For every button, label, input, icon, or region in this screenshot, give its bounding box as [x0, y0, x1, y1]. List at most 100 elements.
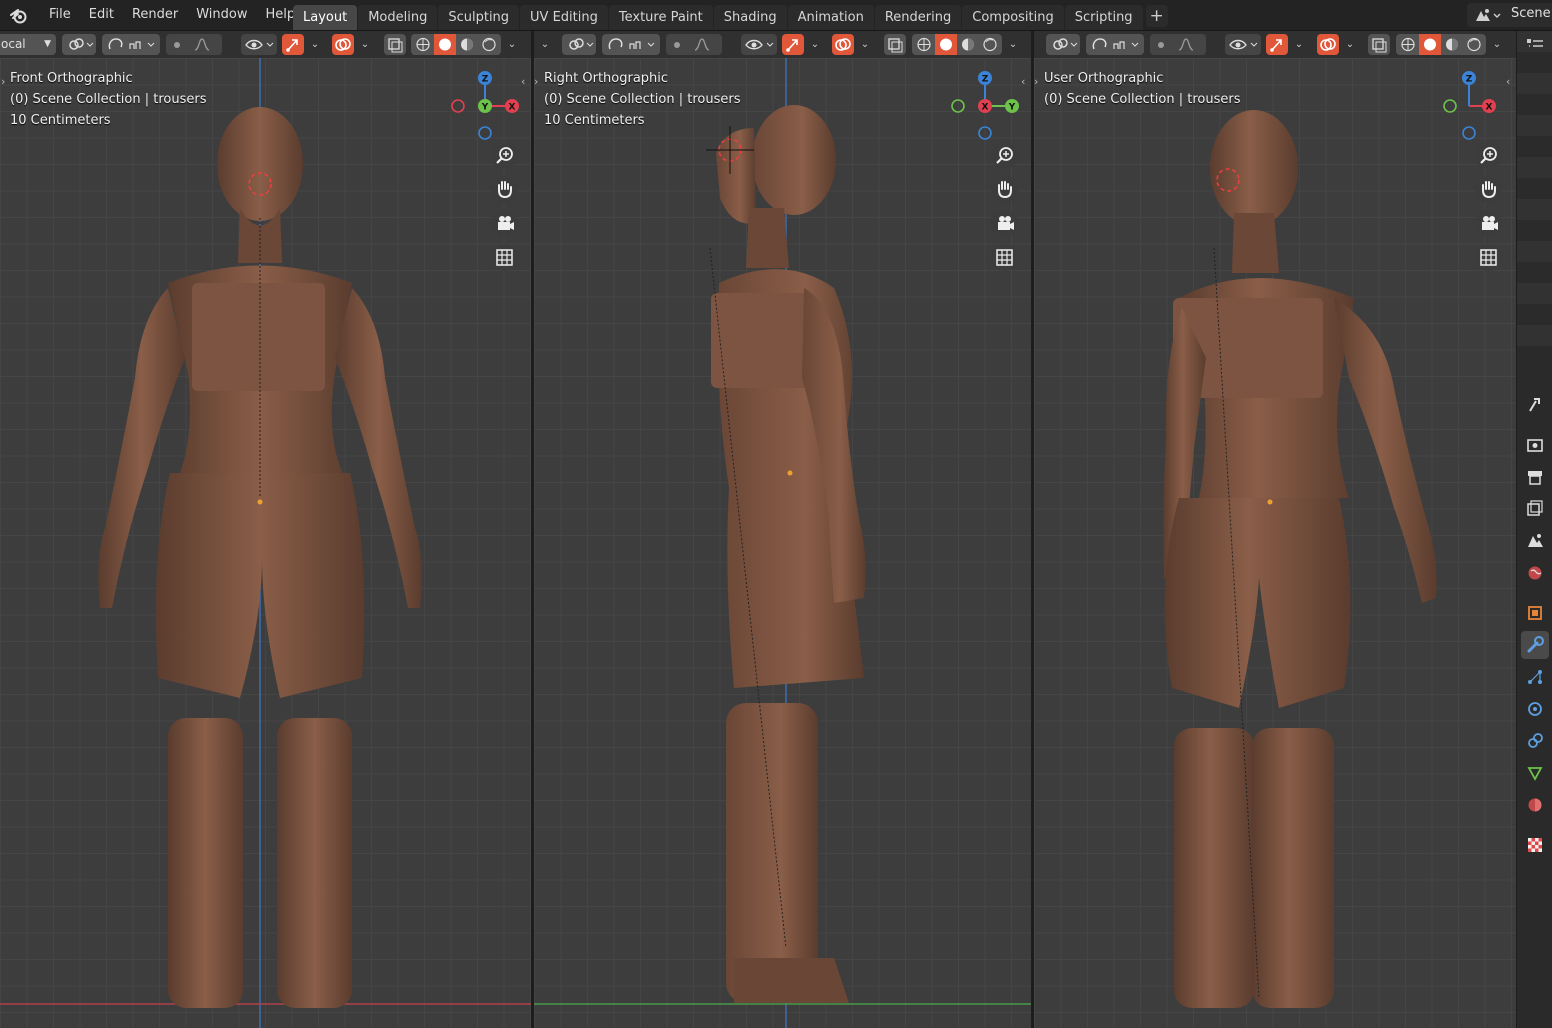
camera-view-button[interactable]: [491, 210, 518, 237]
tab-uv-editing[interactable]: UV Editing: [520, 5, 608, 30]
tab-view-layer[interactable]: [1521, 495, 1549, 523]
camera-view-button[interactable]: [991, 210, 1018, 237]
zoom-button[interactable]: [1475, 142, 1502, 169]
perspective-toggle-button[interactable]: [491, 244, 518, 271]
menu-edit[interactable]: Edit: [80, 0, 123, 31]
outliner-icon[interactable]: [1517, 31, 1552, 58]
tab-material[interactable]: [1521, 791, 1549, 819]
blender-logo-icon[interactable]: [9, 6, 29, 26]
chevron-left-icon[interactable]: ‹: [1506, 75, 1510, 88]
overlays-icon: [835, 38, 851, 51]
proportional-editing-button[interactable]: [666, 34, 722, 55]
zoom-button[interactable]: [991, 142, 1018, 169]
visibility-button[interactable]: [741, 34, 777, 55]
menu-render[interactable]: Render: [123, 0, 187, 31]
tab-output[interactable]: [1521, 463, 1549, 491]
zoom-button[interactable]: [491, 142, 518, 169]
overlays-toggle[interactable]: [1317, 34, 1339, 55]
chevron-down-icon[interactable]: ⌄: [308, 34, 322, 55]
collection-info: (0) Scene Collection | trousers: [1044, 92, 1241, 107]
navigation-gizmo[interactable]: Z X Y: [445, 69, 525, 149]
camera-view-button[interactable]: [1475, 210, 1502, 237]
chevron-down-icon[interactable]: ⌄: [1490, 34, 1504, 55]
chevron-down-icon[interactable]: ⌄: [858, 34, 872, 55]
proportional-editing-button[interactable]: [166, 34, 222, 55]
snap-toggle[interactable]: [1086, 34, 1144, 55]
navigation-gizmo[interactable]: Z X: [1429, 69, 1509, 149]
view-name: Front Orthographic: [10, 71, 133, 86]
tab-constraints[interactable]: [1521, 727, 1549, 755]
menu-file[interactable]: File: [40, 0, 80, 31]
chevron-down-icon[interactable]: ⌄: [538, 34, 552, 55]
tab-layout[interactable]: Layout: [293, 5, 358, 30]
tab-modifier[interactable]: [1521, 631, 1549, 659]
pivot-point-button[interactable]: [1046, 34, 1080, 55]
outliner-collapsed[interactable]: [1517, 31, 1552, 349]
pan-button[interactable]: [991, 176, 1018, 203]
viewport-right[interactable]: ⌄ ⌄ ⌄ ⌄ Right Orthographic (0) Scene Col…: [534, 31, 1031, 1028]
snap-toggle[interactable]: [602, 34, 660, 55]
pivot-point-button[interactable]: [62, 34, 96, 55]
chevron-down-icon[interactable]: ⌄: [1006, 34, 1020, 55]
viewport-user[interactable]: ⌄ ⌄ ⌄ User Orthographic (0) Scene Collec…: [1034, 31, 1516, 1028]
chevron-left-icon[interactable]: ‹: [1021, 75, 1025, 88]
tab-render[interactable]: [1521, 431, 1549, 459]
overlays-toggle[interactable]: [332, 34, 354, 55]
tab-sculpting[interactable]: Sculpting: [438, 5, 520, 30]
gizmo-toggle[interactable]: [1266, 34, 1288, 55]
chevron-down-icon[interactable]: ⌄: [808, 34, 822, 55]
gizmo-toggle[interactable]: [282, 34, 304, 55]
transform-orientation-select[interactable]: ocal ▼: [0, 34, 56, 55]
chevron-right-icon[interactable]: ›: [534, 75, 538, 88]
gizmo-toggle[interactable]: [782, 34, 804, 55]
chevron-left-icon[interactable]: ‹: [521, 75, 525, 88]
navigation-gizmo[interactable]: Z Y X: [945, 69, 1025, 149]
tab-modeling[interactable]: Modeling: [358, 5, 438, 30]
snap-toggle[interactable]: [102, 34, 160, 55]
tab-world[interactable]: [1521, 559, 1549, 587]
perspective-toggle-button[interactable]: [1475, 244, 1502, 271]
tab-scripting[interactable]: Scripting: [1064, 5, 1143, 30]
character-model-front[interactable]: [0, 58, 531, 1028]
tab-texture[interactable]: [1521, 831, 1549, 859]
tab-particles[interactable]: [1521, 663, 1549, 691]
grid-icon: [496, 249, 513, 266]
chevron-right-icon[interactable]: ›: [1, 75, 5, 88]
tab-compositing[interactable]: Compositing: [962, 5, 1064, 30]
character-model-user[interactable]: [1034, 58, 1516, 1028]
chevron-down-icon[interactable]: ⌄: [505, 34, 519, 55]
tab-tool[interactable]: [1521, 391, 1549, 419]
scene-selector[interactable]: Scene: [1467, 3, 1552, 27]
character-model-side[interactable]: [534, 58, 1031, 1028]
chevron-down-icon[interactable]: ⌄: [1343, 34, 1357, 55]
pan-button[interactable]: [1475, 176, 1502, 203]
chevron-down-icon[interactable]: ⌄: [1292, 34, 1306, 55]
tab-texture-paint[interactable]: Texture Paint: [608, 5, 713, 30]
add-workspace-button[interactable]: +: [1145, 5, 1168, 27]
chevron-down-icon[interactable]: ⌄: [358, 34, 372, 55]
chevron-right-icon[interactable]: ›: [1034, 75, 1038, 88]
tab-scene[interactable]: [1521, 527, 1549, 555]
proportional-editing-button[interactable]: [1150, 34, 1206, 55]
shading-mode-icons[interactable]: [411, 34, 501, 55]
tab-rendering[interactable]: Rendering: [874, 5, 962, 30]
perspective-toggle-button[interactable]: [991, 244, 1018, 271]
gizmo-z-label: Z: [482, 75, 489, 85]
xray-toggle[interactable]: [884, 34, 906, 55]
tab-animation[interactable]: Animation: [787, 5, 874, 30]
viewport-front[interactable]: ocal ▼ ⌄ ⌄ ⌄ Front Orthographic (0) Scen…: [0, 31, 531, 1028]
xray-toggle[interactable]: [384, 34, 406, 55]
shading-mode-icons[interactable]: [1396, 34, 1486, 55]
tab-shading[interactable]: Shading: [713, 5, 787, 30]
tab-physics[interactable]: [1521, 695, 1549, 723]
visibility-button[interactable]: [241, 34, 277, 55]
pivot-point-button[interactable]: [562, 34, 596, 55]
visibility-button[interactable]: [1225, 34, 1261, 55]
tab-object[interactable]: [1521, 599, 1549, 627]
pan-button[interactable]: [491, 176, 518, 203]
xray-toggle[interactable]: [1368, 34, 1390, 55]
menu-window[interactable]: Window: [187, 0, 256, 31]
overlays-toggle[interactable]: [832, 34, 854, 55]
tab-data[interactable]: [1521, 759, 1549, 787]
shading-mode-icons[interactable]: [912, 34, 1002, 55]
